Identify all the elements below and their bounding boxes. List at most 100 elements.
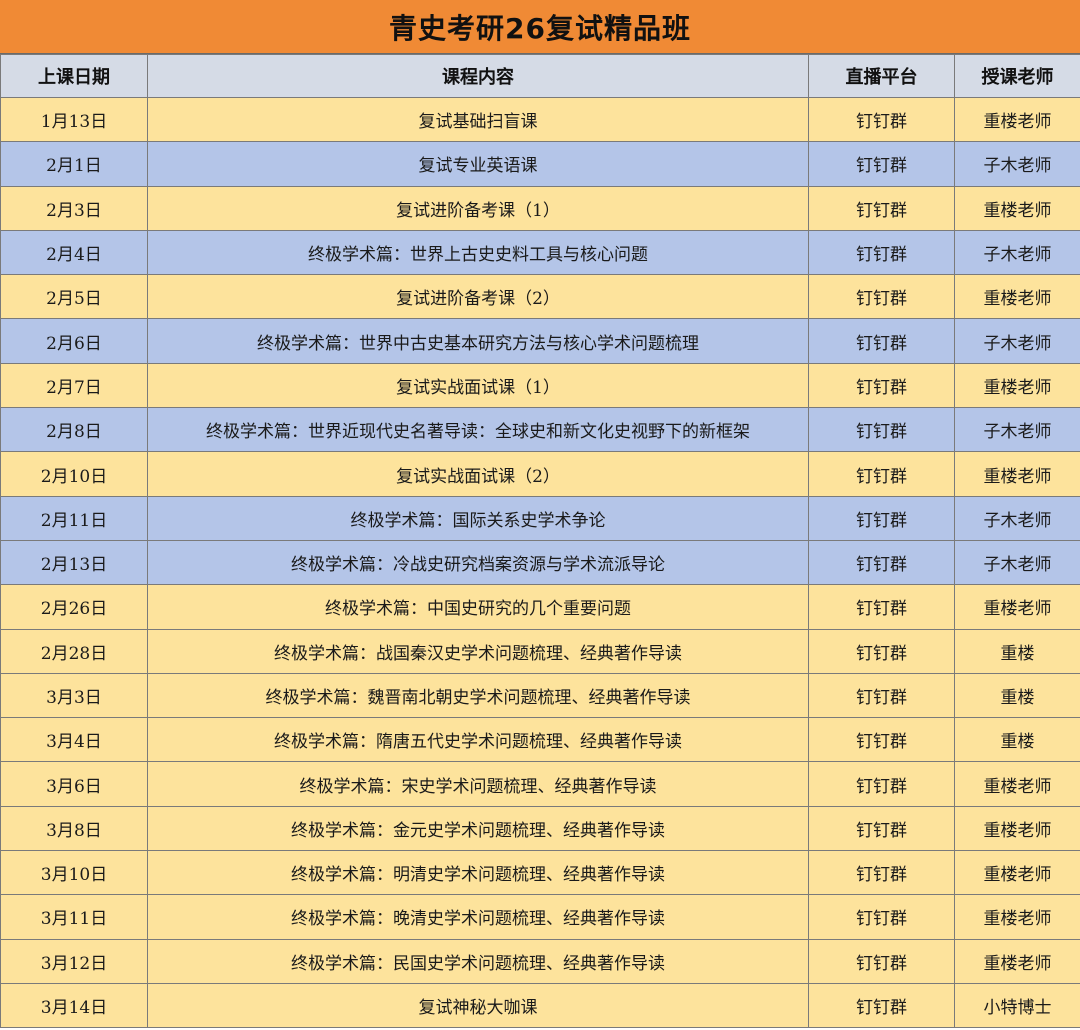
- cell-platform: 钉钉群: [808, 938, 955, 984]
- cell-teacher: 重楼老师: [954, 938, 1080, 984]
- cell-teacher: 重楼老师: [954, 451, 1080, 497]
- cell-teacher: 重楼老师: [954, 584, 1080, 630]
- cell-teacher: 小特博士: [954, 982, 1080, 1029]
- cell-platform: 钉钉群: [808, 584, 955, 630]
- cell-platform: 钉钉群: [808, 805, 955, 852]
- cell-platform: 钉钉群: [808, 185, 955, 231]
- cell-platform: 钉钉群: [808, 539, 955, 586]
- table-row: 2月11日 终极学术篇：国际关系史学术争论 钉钉群 子木老师: [0, 495, 1080, 541]
- table-header: 上课日期 课程内容 直播平台 授课老师: [0, 54, 1080, 98]
- table-row: 1月13日 复试基础扫盲课 钉钉群 重楼老师: [0, 96, 1080, 143]
- cell-platform: 钉钉群: [808, 229, 955, 276]
- cell-teacher: 重楼: [954, 628, 1080, 674]
- table-row: 3月8日 终极学术篇：金元史学术问题梳理、经典著作导读 钉钉群 重楼老师: [0, 805, 1080, 852]
- cell-teacher: 重楼老师: [954, 362, 1080, 409]
- cell-date: 2月10日: [0, 451, 148, 497]
- cell-date: 2月26日: [0, 584, 148, 630]
- cell-content: 终极学术篇：冷战史研究档案资源与学术流派导论: [147, 539, 809, 586]
- cell-date: 2月5日: [0, 274, 148, 320]
- cell-content: 终极学术篇：世界近现代史名著导读：全球史和新文化史视野下的新框架: [147, 407, 809, 453]
- cell-content: 终极学术篇：国际关系史学术争论: [147, 495, 809, 541]
- table-row: 2月6日 终极学术篇：世界中古史基本研究方法与核心学术问题梳理 钉钉群 子木老师: [0, 318, 1080, 364]
- cell-teacher: 子木老师: [954, 495, 1080, 541]
- table-row: 2月13日 终极学术篇：冷战史研究档案资源与学术流派导论 钉钉群 子木老师: [0, 539, 1080, 586]
- table-row: 2月26日 终极学术篇：中国史研究的几个重要问题 钉钉群 重楼老师: [0, 584, 1080, 630]
- cell-content: 复试神秘大咖课: [147, 982, 809, 1029]
- cell-date: 2月28日: [0, 628, 148, 674]
- cell-teacher: 子木老师: [954, 318, 1080, 364]
- table-row: 2月8日 终极学术篇：世界近现代史名著导读：全球史和新文化史视野下的新框架 钉钉群子…: [0, 407, 1080, 453]
- table-row: 3月12日 终极学术篇：民国史学术问题梳理、经典著作导读 钉钉群 重楼老师: [0, 938, 1080, 984]
- cell-platform: 钉钉群: [808, 761, 955, 807]
- cell-teacher: 重楼老师: [954, 96, 1080, 143]
- cell-platform: 钉钉群: [808, 141, 955, 187]
- cell-content: 复试基础扫盲课: [147, 96, 809, 143]
- table-row: 2月3日 复试进阶备考课（1） 钉钉群 重楼老师: [0, 185, 1080, 231]
- cell-platform: 钉钉群: [808, 672, 955, 719]
- cell-platform: 钉钉群: [808, 982, 955, 1029]
- cell-date: 2月3日: [0, 185, 148, 231]
- cell-date: 2月4日: [0, 229, 148, 276]
- cell-content: 终极学术篇：宋史学术问题梳理、经典著作导读: [147, 761, 809, 807]
- cell-teacher: 重楼老师: [954, 805, 1080, 852]
- cell-content: 终极学术篇：魏晋南北朝史学术问题梳理、经典著作导读: [147, 672, 809, 719]
- cell-teacher: 子木老师: [954, 229, 1080, 276]
- cell-platform: 钉钉群: [808, 96, 955, 143]
- table-row: 3月11日 终极学术篇：晚清史学术问题梳理、经典著作导读 钉钉群 重楼老师: [0, 894, 1080, 940]
- cell-date: 3月6日: [0, 761, 148, 807]
- cell-content: 终极学术篇：隋唐五代史学术问题梳理、经典著作导读: [147, 717, 809, 763]
- cell-date: 3月14日: [0, 982, 148, 1029]
- column-header-date: 上课日期: [0, 54, 148, 98]
- cell-content: 终极学术篇：金元史学术问题梳理、经典著作导读: [147, 805, 809, 852]
- cell-date: 2月6日: [0, 318, 148, 364]
- cell-date: 3月10日: [0, 850, 148, 896]
- table-row: 2月28日 终极学术篇：战国秦汉史学术问题梳理、经典著作导读 钉钉群 重楼: [0, 628, 1080, 674]
- cell-platform: 钉钉群: [808, 495, 955, 541]
- cell-teacher: 重楼老师: [954, 850, 1080, 896]
- cell-content: 复试进阶备考课（1）: [147, 185, 809, 231]
- cell-date: 3月11日: [0, 894, 148, 940]
- header-row: 上课日期 课程内容 直播平台 授课老师: [0, 54, 1080, 98]
- table-row: 3月6日 终极学术篇：宋史学术问题梳理、经典著作导读 钉钉群 重楼老师: [0, 761, 1080, 807]
- table-row: 3月10日 终极学术篇：明清史学术问题梳理、经典著作导读 钉钉群 重楼老师: [0, 850, 1080, 896]
- cell-platform: 钉钉群: [808, 274, 955, 320]
- page-title: 青史考研26复试精品班: [389, 11, 691, 45]
- cell-content: 终极学术篇：明清史学术问题梳理、经典著作导读: [147, 850, 809, 896]
- course-schedule-sheet: 青史考研26复试精品班 上课日期 课程内容 直播平台 授课老师 1月13日 复试基…: [0, 0, 1080, 1030]
- cell-date: 3月3日: [0, 672, 148, 719]
- cell-teacher: 重楼老师: [954, 894, 1080, 940]
- cell-platform: 钉钉群: [808, 894, 955, 940]
- column-header-teacher: 授课老师: [954, 54, 1080, 98]
- cell-platform: 钉钉群: [808, 628, 955, 674]
- table-row: 2月10日 复试实战面试课（2） 钉钉群 重楼老师: [0, 451, 1080, 497]
- table-row: 3月14日 复试神秘大咖课 钉钉群 小特博士: [0, 982, 1080, 1029]
- table-row: 3月3日 终极学术篇：魏晋南北朝史学术问题梳理、经典著作导读 钉钉群 重楼: [0, 672, 1080, 719]
- cell-date: 3月8日: [0, 805, 148, 852]
- cell-content: 复试专业英语课: [147, 141, 809, 187]
- cell-content: 终极学术篇：民国史学术问题梳理、经典著作导读: [147, 938, 809, 984]
- table-row: 3月4日 终极学术篇：隋唐五代史学术问题梳理、经典著作导读 钉钉群 重楼: [0, 717, 1080, 763]
- cell-teacher: 重楼: [954, 672, 1080, 719]
- cell-teacher: 重楼老师: [954, 274, 1080, 320]
- cell-content: 复试实战面试课（1）: [147, 362, 809, 409]
- cell-teacher: 子木老师: [954, 539, 1080, 586]
- cell-platform: 钉钉群: [808, 451, 955, 497]
- cell-content: 终极学术篇：世界上古史史料工具与核心问题: [147, 229, 809, 276]
- cell-teacher: 重楼老师: [954, 185, 1080, 231]
- cell-teacher: 重楼老师: [954, 761, 1080, 807]
- cell-platform: 钉钉群: [808, 717, 955, 763]
- cell-date: 3月12日: [0, 938, 148, 984]
- cell-content: 终极学术篇：战国秦汉史学术问题梳理、经典著作导读: [147, 628, 809, 674]
- title-bar: 青史考研26复试精品班: [0, 0, 1080, 54]
- cell-date: 2月7日: [0, 362, 148, 409]
- cell-content: 复试进阶备考课（2）: [147, 274, 809, 320]
- table-row: 2月1日 复试专业英语课 钉钉群 子木老师: [0, 141, 1080, 187]
- table-body: 1月13日 复试基础扫盲课 钉钉群 重楼老师 2月1日 复试专业英语课 钉钉群 子木老师 2月3…: [0, 96, 1080, 1029]
- cell-content: 复试实战面试课（2）: [147, 451, 809, 497]
- cell-date: 2月1日: [0, 141, 148, 187]
- cell-date: 3月4日: [0, 717, 148, 763]
- cell-date: 2月8日: [0, 407, 148, 453]
- cell-teacher: 重楼: [954, 717, 1080, 763]
- cell-content: 终极学术篇：晚清史学术问题梳理、经典著作导读: [147, 894, 809, 940]
- table-row: 2月7日 复试实战面试课（1） 钉钉群 重楼老师: [0, 362, 1080, 409]
